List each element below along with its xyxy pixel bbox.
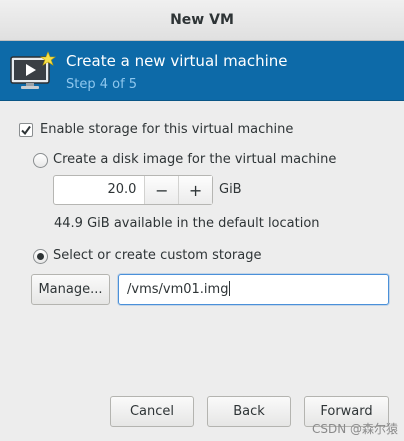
enable-storage-label[interactable]: Enable storage for this virtual machine (40, 122, 293, 137)
back-button[interactable]: Back (207, 396, 291, 427)
storage-path-input[interactable]: /vms/vm01.img (118, 274, 389, 305)
wizard-banner: Create a new virtual machine Step 4 of 5 (0, 41, 404, 101)
disk-image-label[interactable]: Create a disk image for the virtual mach… (53, 152, 336, 167)
size-unit-label: GiB (219, 182, 242, 197)
disk-size-spinbutton[interactable]: 20.0 − + (53, 175, 213, 205)
custom-storage-label[interactable]: Select or create custom storage (53, 248, 261, 263)
new-vm-dialog: New VM Create a new virtual machine Step… (0, 0, 404, 441)
disk-size-value[interactable]: 20.0 (54, 176, 146, 204)
radio-selected-dot (37, 253, 44, 260)
watermark-text: CSDN @森尔猿 (311, 422, 398, 436)
manage-button[interactable]: Manage... (31, 274, 110, 305)
available-space-text: 44.9 GiB available in the default locati… (54, 216, 320, 231)
decrease-size-button[interactable]: − (145, 176, 180, 204)
custom-storage-radio[interactable] (33, 249, 48, 264)
checkmark-icon (21, 125, 31, 136)
plus-icon: + (188, 180, 203, 200)
storage-path-value[interactable]: /vms/vm01.img (127, 282, 228, 297)
increase-size-button[interactable]: + (179, 176, 212, 204)
disk-image-radio[interactable] (33, 153, 48, 168)
text-cursor (229, 281, 231, 296)
enable-storage-checkbox[interactable] (19, 123, 33, 137)
banner-step: Step 4 of 5 (66, 77, 138, 92)
window-titlebar: New VM (0, 0, 404, 41)
banner-title: Create a new virtual machine (66, 52, 288, 70)
cancel-button[interactable]: Cancel (110, 396, 194, 427)
monitor-play-icon (10, 51, 56, 89)
minus-icon: − (155, 180, 169, 200)
window-title: New VM (170, 12, 234, 28)
